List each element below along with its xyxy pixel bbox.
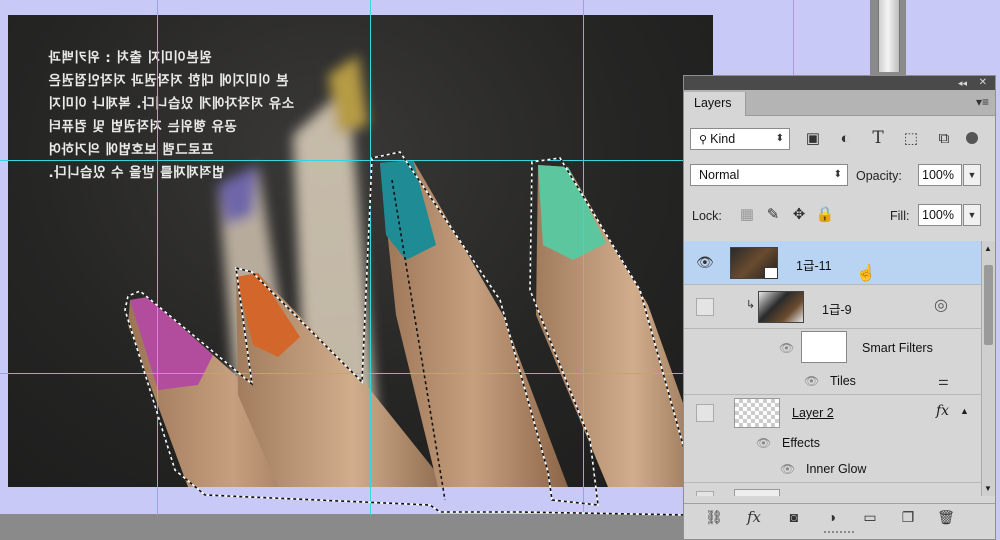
filter-name[interactable]: Tiles [830, 374, 856, 388]
pixel-filter-icon[interactable]: ▣ [802, 128, 824, 150]
smart-filters-label: Smart Filters [862, 341, 933, 355]
effect-name[interactable]: Inner Glow [806, 462, 866, 476]
fill-label: Fill: [890, 209, 910, 223]
layer-thumbnail [758, 291, 804, 323]
clipping-arrow-icon: ↳ [746, 299, 756, 311]
panel-footer: ⛓ fx ◙ ◑ ▭ ❐ 🗑 [684, 503, 995, 529]
opacity-input[interactable]: 100% [918, 164, 962, 186]
filter-kind-label: Kind [710, 132, 736, 146]
blending-options-icon[interactable]: ⚌ [938, 374, 949, 388]
blend-mode-value: Normal [699, 168, 740, 182]
link-icon[interactable]: ⛓ [702, 507, 726, 527]
type-filter-icon[interactable]: T [867, 127, 889, 149]
effects-label: Effects [782, 436, 820, 450]
text-line: 프로그램 보호법에 의거하여 [48, 142, 214, 158]
lock-position-move-icon[interactable]: ✥ [788, 204, 810, 226]
blend-row: Normal ⬍ Opacity: 100% ▼ [684, 162, 995, 192]
guide-vertical[interactable] [370, 0, 371, 515]
layer-row-1급-11[interactable]: 👁 1급-11 ☝ [684, 241, 981, 285]
layer-thumbnail [734, 398, 780, 428]
smart-object-badge-icon [764, 267, 778, 279]
lock-row: Lock: ▦ ✎ ✥ 🔒 Fill: 100% ▼ [684, 200, 995, 230]
effect-inner-glow-row[interactable]: 👁 Inner Glow [684, 457, 981, 483]
text-line: 원본이미지 출처 : 위키백과 [48, 50, 212, 66]
layer-thumbnail [730, 247, 778, 279]
text-line: 공유 행위는 저작권법 및 컴퓨터 [48, 119, 237, 135]
opacity-dropdown-icon[interactable]: ▼ [963, 164, 981, 186]
layer-row-layer-2[interactable]: Layer 2 fx ▲ [684, 395, 981, 431]
shape-filter-icon[interactable]: ⬚ [900, 128, 922, 150]
new-layer-icon[interactable]: ❐ [896, 507, 920, 527]
layer-list-scrollbar[interactable]: ▲ ▼ [981, 241, 995, 496]
visibility-toggle-empty[interactable] [696, 491, 714, 496]
guide-horizontal[interactable] [0, 373, 790, 374]
layer-list: 👁 1급-11 ☝ ↳ 1급-9 ◎ 👁 Smart Filters 👁 Til… [684, 241, 981, 496]
smart-filters-row[interactable]: 👁 Smart Filters [684, 329, 981, 369]
mirrored-copyright-text: 원본이미지 출처 : 위키백과 본 이미지에 대한 저작권과 저작인접권은 소유… [48, 47, 368, 185]
filter-kind-select[interactable]: ⚲ Kind ⬍ [690, 128, 790, 150]
filter-toggle-icon[interactable] [966, 132, 978, 144]
panel-tab-row: Layers ▾≡ [684, 90, 995, 116]
guide-vertical[interactable] [583, 0, 584, 515]
blend-mode-select[interactable]: Normal ⬍ [690, 164, 848, 186]
filter-mask-thumbnail [801, 331, 847, 363]
text-line: 소유 저작자에게 있습니다. 복제나 이미지 [48, 96, 295, 112]
text-line: 법적제재를 받을 수 있습니다. [48, 165, 225, 181]
lock-transparency-icon[interactable]: ▦ [736, 204, 758, 226]
artwork-image[interactable]: 원본이미지 출처 : 위키백과 본 이미지에 대한 저작권과 저작인접권은 소유… [8, 15, 713, 487]
close-panel-icon[interactable]: ✕ [979, 76, 987, 89]
guide-vertical[interactable] [157, 0, 158, 515]
guide-horizontal[interactable] [0, 160, 790, 161]
eye-visibility-icon[interactable]: 👁 [780, 462, 795, 476]
visibility-toggle-empty[interactable] [696, 298, 714, 316]
fill-dropdown-icon[interactable]: ▼ [963, 204, 981, 226]
filter-tiles-row[interactable]: 👁 Tiles ⚌ [684, 369, 981, 395]
layer-list-scroll-thumb[interactable] [984, 265, 993, 345]
layer-row-1급-9[interactable]: ↳ 1급-9 ◎ [684, 285, 981, 329]
lock-image-brush-icon[interactable]: ✎ [762, 204, 784, 226]
scroll-up-icon[interactable]: ▲ [984, 244, 992, 253]
text-line: 본 이미지에 대한 저작권과 저작인접권은 [48, 73, 289, 89]
tab-layers[interactable]: Layers [684, 92, 746, 116]
scroll-down-icon[interactable]: ▼ [984, 484, 992, 493]
panel-title-bar[interactable]: ◂◂ ✕ [684, 76, 995, 90]
adjustment-icon[interactable]: ◑ [820, 507, 844, 527]
spinner-arrows-icon: ⬍ [775, 133, 784, 144]
panel-menu-icon[interactable]: ▾≡ [976, 95, 989, 109]
filter-row: ⚲ Kind ⬍ ▣ ◐ T ⬚ ⧉ [684, 124, 995, 154]
fx-indicator[interactable]: fx [936, 403, 949, 419]
opacity-label: Opacity: [856, 169, 902, 183]
eye-visibility-icon[interactable]: 👁 [696, 254, 714, 271]
smart-object-filter-icon[interactable]: ⧉ [933, 128, 955, 150]
smart-filter-options-icon[interactable]: ◎ [934, 295, 948, 315]
layer-row-partial[interactable] [684, 483, 981, 496]
search-icon: ⚲ [699, 134, 711, 146]
layer-name[interactable]: Layer 2 [792, 406, 834, 420]
lock-all-icon[interactable]: 🔒 [814, 204, 836, 226]
folder-icon[interactable]: ▭ [858, 507, 882, 527]
lock-label: Lock: [692, 209, 722, 223]
fx-icon[interactable]: fx [742, 507, 766, 527]
fill-input[interactable]: 100% [918, 204, 962, 226]
visibility-toggle-empty[interactable] [696, 404, 714, 422]
collapse-panel-icon[interactable]: ◂◂ [958, 77, 967, 89]
guide-vertical[interactable] [793, 0, 794, 75]
adjustment-filter-icon[interactable]: ◐ [834, 128, 856, 150]
hand-cursor-icon: ☝ [856, 265, 876, 282]
layer-name[interactable]: 1급-9 [822, 299, 852, 318]
layers-panel: ◂◂ ✕ Layers ▾≡ ⚲ Kind ⬍ ▣ ◐ T ⬚ ⧉ Normal… [683, 75, 996, 540]
effects-row[interactable]: 👁 Effects [684, 431, 981, 457]
eye-visibility-icon[interactable]: 👁 [756, 436, 771, 450]
mask-icon[interactable]: ◙ [782, 507, 806, 527]
spinner-arrows-icon: ⬍ [833, 169, 842, 180]
expand-effects-icon[interactable]: ▲ [960, 406, 969, 416]
layer-thumbnail [734, 489, 780, 496]
pasteboard-bottom [0, 514, 690, 540]
trash-icon[interactable]: 🗑 [934, 507, 958, 527]
document-scroll-thumb[interactable] [878, 0, 900, 72]
eye-visibility-icon[interactable]: 👁 [804, 374, 819, 388]
eye-visibility-icon[interactable]: 👁 [779, 341, 794, 355]
layer-name[interactable]: 1급-11 [796, 255, 832, 274]
panel-resize-grip[interactable] [824, 531, 854, 537]
